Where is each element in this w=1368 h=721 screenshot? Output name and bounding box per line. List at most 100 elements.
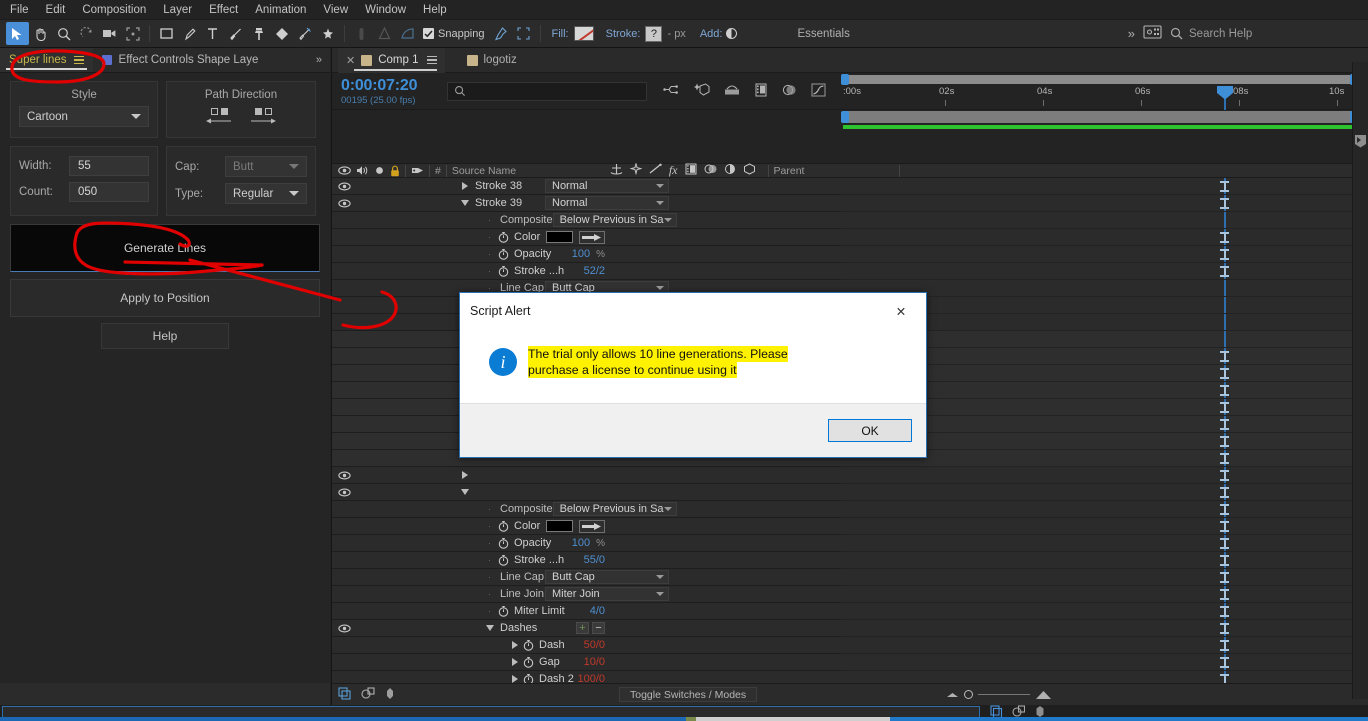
rectangle-tool-icon[interactable] (155, 22, 178, 45)
layer-bar-marker[interactable] (1220, 249, 1229, 260)
tab-logotiz[interactable]: logotiz (459, 48, 525, 73)
layer-bar-marker[interactable] (1220, 538, 1229, 549)
snapping-checkbox-icon[interactable] (423, 28, 434, 39)
layer-bar-marker[interactable] (1220, 674, 1229, 683)
timeline-zoom-slider[interactable] (946, 690, 1052, 700)
puppet-pin-tool-icon[interactable] (316, 22, 339, 45)
left-tabs-overflow-icon[interactable]: » (308, 48, 330, 72)
frame-blend-switch-header-icon[interactable] (685, 163, 697, 178)
composition-mini-flowchart-icon[interactable] (663, 83, 679, 99)
layer-bar-marker[interactable] (1220, 266, 1229, 277)
toggle-switches-modes-button[interactable]: Toggle Switches / Modes (619, 687, 758, 702)
path-direction-right-icon[interactable] (249, 108, 277, 126)
tab-super-lines[interactable]: Super lines (0, 48, 93, 72)
menu-item-help[interactable]: Help (423, 4, 447, 16)
stopwatch-icon[interactable] (498, 231, 509, 243)
collapse-switch-header-icon[interactable] (704, 163, 717, 178)
comp-menu-icon[interactable] (426, 55, 437, 65)
layer-bar-marker[interactable] (1220, 640, 1229, 651)
draft-3d-icon[interactable] (693, 82, 710, 100)
layer-bar-marker[interactable] (1220, 606, 1229, 617)
lock-switch-header-icon[interactable] (384, 163, 400, 178)
layer-bar-marker[interactable] (1220, 419, 1229, 430)
3d-switch-header-icon[interactable] (743, 163, 756, 178)
work-area-start-handle[interactable] (841, 111, 849, 123)
hide-shy-layers-icon[interactable] (724, 83, 740, 99)
row-value-dropdown[interactable]: Below Previous in Sa (552, 213, 677, 227)
label-color-header-icon[interactable] (411, 163, 424, 178)
menu-item-view[interactable]: View (323, 4, 348, 16)
layer-bar-marker[interactable] (1220, 368, 1229, 379)
current-timecode[interactable]: 0:00:07:20 00195 (25.00 fps) (332, 77, 447, 106)
time-navigator-bar[interactable] (841, 74, 1358, 85)
column-header-source-name[interactable]: Source Name (452, 165, 572, 177)
search-help-field[interactable]: Search Help (1170, 27, 1360, 40)
count-input[interactable]: 050 (69, 182, 149, 202)
path-direction-left-icon[interactable] (205, 108, 233, 126)
pen-tool-icon[interactable] (178, 22, 201, 45)
eyedropper-icon[interactable] (579, 519, 605, 533)
layer-bar-marker[interactable] (1220, 232, 1229, 243)
ok-button[interactable]: OK (828, 419, 912, 442)
layer-bar-marker[interactable] (1220, 521, 1229, 532)
column-header-parent[interactable]: Parent (774, 165, 805, 177)
timeline-ruler[interactable]: :00s 02s 04s 06s 08s 10s (841, 73, 1368, 129)
graph-editor-icon[interactable] (811, 83, 826, 100)
width-input[interactable]: 55 (69, 156, 149, 176)
color-swatch[interactable] (546, 520, 573, 532)
close-icon[interactable]: ✕ (886, 298, 916, 324)
camera-tool-icon[interactable] (98, 22, 121, 45)
timeline-search-input[interactable] (447, 81, 647, 101)
row-value-dropdown[interactable]: Butt Cap (545, 570, 669, 584)
audio-switch-header-icon[interactable] (351, 163, 369, 178)
zoom-tool-icon[interactable] (52, 22, 75, 45)
twirl-closed-icon[interactable] (460, 182, 469, 191)
motion-blur-footer-icon[interactable] (384, 687, 396, 703)
row-value-number[interactable]: 4/0 (590, 605, 605, 617)
roto-brush-tool-icon[interactable] (293, 22, 316, 45)
type-dropdown[interactable]: Regular (225, 183, 307, 204)
row-value-number[interactable]: 50/0 (584, 639, 605, 651)
layer-bar-marker[interactable] (1220, 470, 1229, 481)
layer-bar-marker[interactable] (1220, 572, 1229, 583)
stopwatch-icon[interactable] (523, 656, 534, 668)
snapping-toggle[interactable]: Snapping (423, 28, 485, 40)
selection-tool-icon[interactable] (6, 22, 29, 45)
zoom-slider-knob[interactable] (964, 690, 974, 699)
video-visibility-toggle[interactable] (332, 471, 356, 480)
layer-bar-marker[interactable] (1220, 487, 1229, 498)
stopwatch-icon[interactable] (523, 639, 534, 651)
row-value-dropdown[interactable]: Normal (545, 196, 669, 210)
layer-bar-marker[interactable] (1220, 504, 1229, 515)
twirl-closed-icon[interactable] (510, 658, 519, 667)
frame-blending-icon[interactable] (754, 83, 768, 100)
layer-bar-marker[interactable] (1220, 198, 1229, 209)
layer-bar-marker[interactable] (1220, 657, 1229, 668)
type-tool-icon[interactable] (201, 22, 224, 45)
fill-swatch[interactable] (573, 26, 594, 41)
layer-bar-marker[interactable] (1220, 623, 1229, 634)
row-value-number[interactable]: 100/0 (577, 673, 605, 683)
adjustment-switch-header-icon[interactable] (724, 163, 736, 178)
twirl-closed-icon[interactable] (460, 471, 469, 480)
effects-switch-header-icon[interactable] (629, 161, 643, 178)
stroke-swatch[interactable]: ? (645, 25, 663, 42)
layer-bar-marker[interactable] (1220, 181, 1229, 192)
menu-item-file[interactable]: File (10, 4, 29, 16)
video-switch-header-icon[interactable] (332, 163, 351, 178)
video-visibility-toggle[interactable] (332, 624, 356, 633)
stopwatch-icon[interactable] (498, 520, 509, 532)
brush-tool-icon[interactable] (224, 22, 247, 45)
eraser-tool-icon[interactable] (270, 22, 293, 45)
add-dot-icon[interactable] (726, 28, 738, 39)
workspace-selector[interactable]: Essentials (797, 28, 849, 40)
row-value-dropdown[interactable]: Normal (545, 179, 669, 193)
close-icon[interactable]: ✕ (346, 54, 355, 67)
row-value-dropdown[interactable]: Miter Join (545, 587, 669, 601)
stopwatch-icon[interactable] (523, 673, 534, 683)
video-visibility-toggle[interactable] (332, 488, 356, 497)
row-value-number[interactable]: 52/2 (584, 265, 605, 277)
anchor-switch-header-icon[interactable] (610, 163, 623, 178)
row-value-number[interactable]: 10/0 (584, 656, 605, 668)
snap-pin-icon[interactable] (489, 22, 512, 45)
